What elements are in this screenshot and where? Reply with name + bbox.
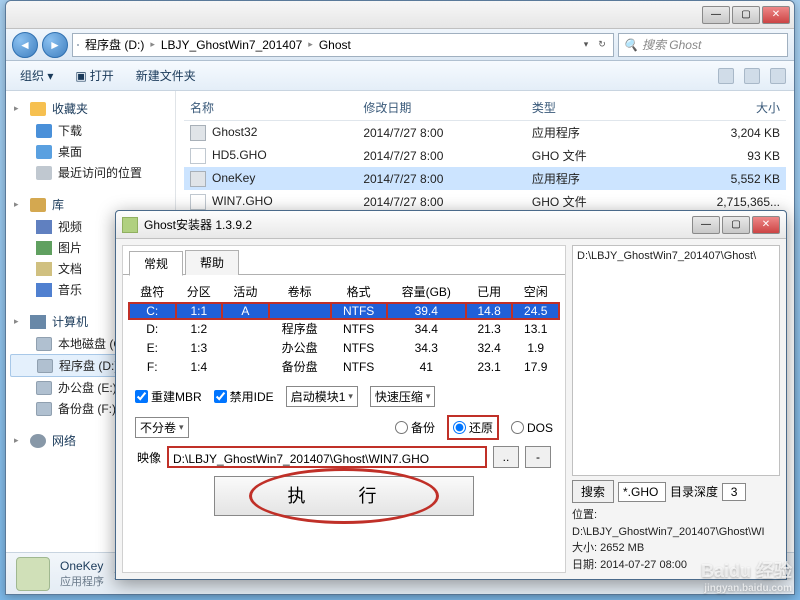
back-button[interactable]: ◄ <box>12 32 38 58</box>
file-row[interactable]: HD5.GHO2014/7/27 8:00GHO 文件93 KB <box>184 144 786 167</box>
dialog-titlebar: Ghost安装器 1.3.9.2 — ▢ ✕ <box>116 211 786 239</box>
minimize-button[interactable]: — <box>692 216 720 234</box>
status-type: 应用程序 <box>60 573 104 589</box>
video-icon <box>36 220 52 234</box>
file-row[interactable]: Ghost322014/7/27 8:00应用程序3,204 KB <box>184 121 786 145</box>
partition-row[interactable]: C:1:1ANTFS39.414.824.5 <box>129 303 559 320</box>
dialog-right-pane: D:\LBJY_GhostWin7_201407\Ghost\ 搜索 *.GHO… <box>572 245 780 573</box>
download-icon <box>36 124 52 138</box>
image-path-input[interactable]: D:\LBJY_GhostWin7_201407\Ghost\WIN7.GHO <box>167 446 487 468</box>
refresh-icon[interactable]: ↻ <box>595 39 609 50</box>
drive-icon <box>36 337 52 351</box>
new-folder-button[interactable]: 新建文件夹 <box>130 65 202 86</box>
search-placeholder: 搜索 Ghost <box>642 36 701 53</box>
image-label: 映像 <box>137 449 161 466</box>
boot-module-select[interactable]: 启动模块1 <box>286 386 358 407</box>
dos-radio[interactable]: DOS <box>511 421 553 435</box>
sidebar-item-downloads[interactable]: 下载 <box>10 120 171 141</box>
restore-radio[interactable]: 还原 <box>447 415 499 440</box>
desktop-icon <box>36 145 52 159</box>
backup-radio[interactable]: 备份 <box>395 419 435 436</box>
drive-icon <box>77 44 79 46</box>
organize-button[interactable]: 组织 ▾ <box>14 65 59 86</box>
drive-icon <box>36 402 52 416</box>
exe-icon <box>190 171 206 187</box>
tab-help[interactable]: 帮助 <box>185 250 239 275</box>
star-icon <box>30 102 46 116</box>
partition-row[interactable]: E:1:3办公盘NTFS34.332.41.9 <box>129 338 559 357</box>
status-name: OneKey <box>60 559 104 573</box>
crumb[interactable]: 程序盘 (D:) <box>81 36 148 53</box>
dialog-left-pane: 常规 帮助 盘符 分区 活动 卷标 格式 容量(GB) 已用 空闲 <box>122 245 566 573</box>
minimize-button[interactable]: — <box>702 6 730 24</box>
music-icon <box>36 283 52 297</box>
split-select[interactable]: 不分卷 <box>135 417 189 438</box>
explorer-navbar: ◄ ► 程序盘 (D:)▸ LBJY_GhostWin7_201407▸ Gho… <box>6 29 794 61</box>
file-icon <box>190 194 206 210</box>
depth-input[interactable]: 3 <box>722 483 746 501</box>
search-button[interactable]: 搜索 <box>572 480 614 503</box>
depth-label: 目录深度 <box>670 483 718 500</box>
close-button[interactable]: ✕ <box>762 6 790 24</box>
search-icon: 🔍 <box>623 38 638 52</box>
drive-icon <box>37 359 53 373</box>
ghost-dialog: Ghost安装器 1.3.9.2 — ▢ ✕ 常规 帮助 盘符 分区 活动 卷标 <box>115 210 787 580</box>
favorites-group[interactable]: ▸收藏夹 <box>10 97 171 120</box>
file-info: 位置: D:\LBJY_GhostWin7_201407\Ghost\WI 大小… <box>572 507 780 573</box>
partition-table: 盘符 分区 活动 卷标 格式 容量(GB) 已用 空闲 C:1:1ANTFS39… <box>129 281 559 376</box>
compress-select[interactable]: 快速压缩 <box>370 386 436 407</box>
document-icon <box>36 262 52 276</box>
disable-ide-checkbox[interactable]: 禁用IDE <box>214 388 274 405</box>
exe-icon <box>190 125 206 141</box>
app-icon <box>122 217 138 233</box>
drive-icon <box>36 381 52 395</box>
sidebar-item-recent[interactable]: 最近访问的位置 <box>10 162 171 183</box>
file-icon <box>190 148 206 164</box>
help-button[interactable] <box>770 68 786 84</box>
picture-icon <box>36 241 52 255</box>
tab-normal[interactable]: 常规 <box>129 251 183 276</box>
rebuild-mbr-checkbox[interactable]: 重建MBR <box>135 388 202 405</box>
sidebar-item-desktop[interactable]: 桌面 <box>10 141 171 162</box>
view-button[interactable] <box>718 68 734 84</box>
file-tree[interactable]: D:\LBJY_GhostWin7_201407\Ghost\ <box>572 245 780 476</box>
close-button[interactable]: ✕ <box>752 216 780 234</box>
breadcrumb[interactable]: 程序盘 (D:)▸ LBJY_GhostWin7_201407▸ Ghost ▾… <box>72 33 614 57</box>
col-name[interactable]: 名称 <box>184 95 357 121</box>
explorer-titlebar: — ▢ ✕ <box>6 1 794 29</box>
execute-button[interactable]: 执 行 <box>214 476 474 516</box>
open-button[interactable]: ▣ 打开 <box>69 65 119 86</box>
crumb[interactable]: Ghost <box>315 38 355 52</box>
app-icon <box>16 557 50 591</box>
browse-button[interactable]: .. <box>493 446 519 468</box>
col-size[interactable]: 大小 <box>648 95 786 121</box>
forward-button[interactable]: ► <box>42 32 68 58</box>
partition-row[interactable]: F:1:4备份盘NTFS4123.117.9 <box>129 357 559 376</box>
preview-pane-button[interactable] <box>744 68 760 84</box>
pattern-input[interactable]: *.GHO <box>618 482 666 502</box>
search-input[interactable]: 🔍 搜索 Ghost <box>618 33 788 57</box>
explorer-toolbar: 组织 ▾ ▣ 打开 新建文件夹 <box>6 61 794 91</box>
maximize-button[interactable]: ▢ <box>732 6 760 24</box>
dialog-title: Ghost安装器 1.3.9.2 <box>144 216 252 233</box>
clear-button[interactable]: - <box>525 446 551 468</box>
computer-icon <box>30 315 46 329</box>
maximize-button[interactable]: ▢ <box>722 216 750 234</box>
recent-icon <box>36 166 52 180</box>
col-date[interactable]: 修改日期 <box>357 95 526 121</box>
chevron-down-icon[interactable]: ▾ <box>579 39 593 50</box>
network-icon <box>30 434 46 448</box>
crumb[interactable]: LBJY_GhostWin7_201407 <box>157 38 306 52</box>
file-row[interactable]: OneKey2014/7/27 8:00应用程序5,552 KB <box>184 167 786 190</box>
library-icon <box>30 198 46 212</box>
partition-row[interactable]: D:1:2程序盘NTFS34.421.313.1 <box>129 319 559 338</box>
col-type[interactable]: 类型 <box>526 95 648 121</box>
